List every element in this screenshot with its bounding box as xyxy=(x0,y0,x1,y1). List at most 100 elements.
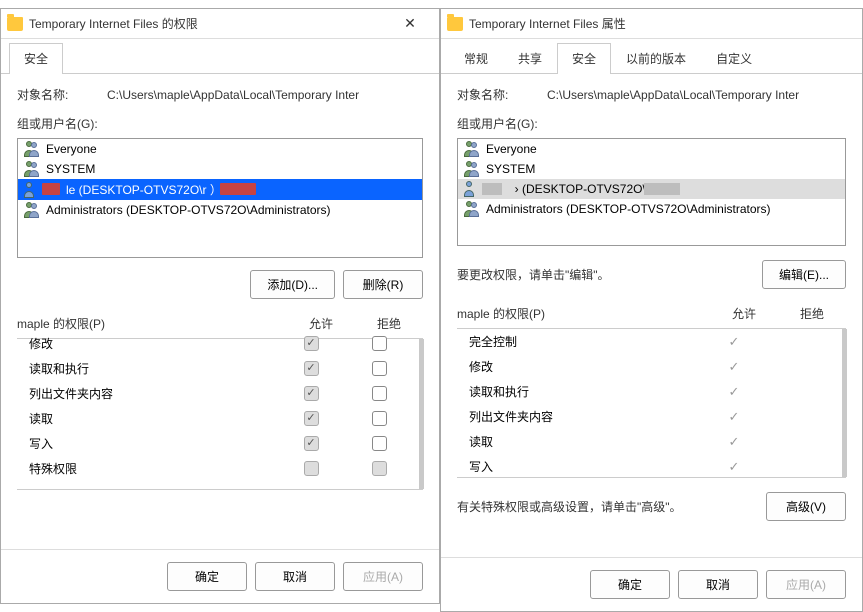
group-icon xyxy=(464,141,480,157)
deny-checkbox[interactable] xyxy=(372,361,387,376)
content-area: 对象名称: C:\Users\maple\AppData\Local\Tempo… xyxy=(1,74,439,549)
user-row-system[interactable]: SYSTEM xyxy=(18,159,422,179)
user-label: Everyone xyxy=(46,142,97,156)
user-row-admins[interactable]: Administrators (DESKTOP-OTVS72O\Administ… xyxy=(18,200,422,220)
group-icon xyxy=(24,161,40,177)
redaction-box xyxy=(482,183,502,195)
user-label: Administrators (DESKTOP-OTVS72O\Administ… xyxy=(486,202,771,216)
ok-button[interactable]: 确定 xyxy=(167,562,247,591)
allow-checkbox[interactable] xyxy=(304,361,319,376)
perm-row: 读取 xyxy=(17,406,417,431)
allow-checkbox[interactable] xyxy=(304,411,319,426)
groups-label: 组或用户名(G): xyxy=(17,115,423,132)
add-button[interactable]: 添加(D)... xyxy=(250,270,335,299)
cancel-button[interactable]: 取消 xyxy=(255,562,335,591)
permissions-header: maple 的权限(P) 允许 拒绝 xyxy=(17,315,423,332)
perm-row: 修改 xyxy=(17,331,417,356)
dialog-footer: 确定 取消 应用(A) xyxy=(1,549,439,603)
user-label: › (DESKTOP-OTVS72O\r xyxy=(486,182,650,196)
user-label: SYSTEM xyxy=(46,162,95,176)
user-row-system[interactable]: SYSTEM xyxy=(458,159,845,179)
tab-previous[interactable]: 以前的版本 xyxy=(611,43,701,73)
perm-name: 读取和执行 xyxy=(461,383,700,400)
scrollbar[interactable] xyxy=(419,339,424,489)
tab-general[interactable]: 常规 xyxy=(449,43,503,73)
user-row-everyone[interactable]: Everyone xyxy=(18,139,422,159)
user-label: Administrators (DESKTOP-OTVS72O\Administ… xyxy=(46,203,331,217)
perm-row: 列出文件夹内容 ✓ xyxy=(457,404,840,429)
allow-check-icon: ✓ xyxy=(729,409,740,425)
user-icon xyxy=(24,182,40,198)
perm-name: 完全控制 xyxy=(461,333,700,350)
perm-row: 读取和执行 ✓ xyxy=(457,379,840,404)
permissions-dialog: Temporary Internet Files 的权限 ✕ 安全 对象名称: … xyxy=(0,8,440,604)
deny-checkbox[interactable] xyxy=(372,386,387,401)
tab-share[interactable]: 共享 xyxy=(503,43,557,73)
object-name-label: 对象名称: xyxy=(17,86,107,103)
perm-row: 写入 xyxy=(17,431,417,456)
group-icon xyxy=(24,141,40,157)
group-icon xyxy=(464,201,480,217)
perm-name: 列出文件夹内容 xyxy=(461,408,700,425)
permissions-list: 修改 读取和执行 列出文件夹内容 读取 写入 xyxy=(17,338,423,490)
scrollbar[interactable] xyxy=(842,329,847,477)
allow-checkbox[interactable] xyxy=(304,461,319,476)
advanced-row: 有关特殊权限或高级设置，请单击"高级"。 高级(V) xyxy=(457,492,846,521)
advanced-button[interactable]: 高级(V) xyxy=(766,492,846,521)
group-icon xyxy=(24,202,40,218)
deny-checkbox[interactable] xyxy=(372,461,387,476)
redaction-box xyxy=(220,183,256,195)
perm-row: 写入 ✓ xyxy=(457,454,840,479)
deny-checkbox[interactable] xyxy=(372,411,387,426)
perm-row: 完全控制 ✓ xyxy=(457,329,840,354)
folder-icon xyxy=(7,17,23,31)
allow-column-header: 允许 xyxy=(287,315,355,332)
apply-button[interactable]: 应用(A) xyxy=(343,562,423,591)
perm-row: 修改 ✓ xyxy=(457,354,840,379)
remove-button[interactable]: 删除(R) xyxy=(343,270,423,299)
perm-name: 读取 xyxy=(21,410,277,427)
allow-checkbox[interactable] xyxy=(304,336,319,351)
tab-security[interactable]: 安全 xyxy=(9,43,63,73)
perm-name: 读取 xyxy=(461,433,700,450)
permissions-header: maple 的权限(P) 允许 拒绝 xyxy=(457,305,846,322)
titlebar[interactable]: Temporary Internet Files 属性 xyxy=(441,9,862,39)
group-icon xyxy=(464,161,480,177)
apply-button[interactable]: 应用(A) xyxy=(766,570,846,599)
tab-security[interactable]: 安全 xyxy=(557,43,611,73)
tab-custom[interactable]: 自定义 xyxy=(701,43,767,73)
redaction-box xyxy=(644,183,680,195)
users-listbox[interactable]: Everyone SYSTEM › (DESKTOP-OTVS72O\r Adm… xyxy=(457,138,846,246)
close-icon[interactable]: ✕ xyxy=(387,9,433,39)
deny-checkbox[interactable] xyxy=(372,436,387,451)
edit-row: 要更改权限，请单击"编辑"。 编辑(E)... xyxy=(457,260,846,289)
deny-column-header: 拒绝 xyxy=(355,315,423,332)
user-row-maple[interactable]: le (DESKTOP-OTVS72O\r ） xyxy=(18,179,422,200)
user-row-maple[interactable]: › (DESKTOP-OTVS72O\r xyxy=(458,179,845,199)
user-row-admins[interactable]: Administrators (DESKTOP-OTVS72O\Administ… xyxy=(458,199,845,219)
perm-name: 写入 xyxy=(21,435,277,452)
groups-label: 组或用户名(G): xyxy=(457,115,846,132)
permissions-title: maple 的权限(P) xyxy=(457,305,710,322)
perm-name: 修改 xyxy=(21,335,277,352)
allow-checkbox[interactable] xyxy=(304,436,319,451)
cancel-button[interactable]: 取消 xyxy=(678,570,758,599)
properties-dialog: Temporary Internet Files 属性 常规 共享 安全 以前的… xyxy=(440,8,863,612)
perm-row: 读取和执行 xyxy=(17,356,417,381)
folder-icon xyxy=(447,17,463,31)
ok-button[interactable]: 确定 xyxy=(590,570,670,599)
dialog-footer: 确定 取消 应用(A) xyxy=(441,557,862,611)
user-row-everyone[interactable]: Everyone xyxy=(458,139,845,159)
object-name-value: C:\Users\maple\AppData\Local\Temporary I… xyxy=(107,88,423,102)
window-title: Temporary Internet Files 的权限 xyxy=(29,15,387,32)
perm-name: 列出文件夹内容 xyxy=(21,385,277,402)
perm-row: 特殊权限 xyxy=(17,456,417,481)
deny-column-header: 拒绝 xyxy=(778,305,846,322)
users-listbox[interactable]: Everyone SYSTEM le (DESKTOP-OTVS72O\r ） … xyxy=(17,138,423,258)
deny-checkbox[interactable] xyxy=(372,336,387,351)
window-title: Temporary Internet Files 属性 xyxy=(469,15,856,32)
titlebar[interactable]: Temporary Internet Files 的权限 ✕ xyxy=(1,9,439,39)
edit-button[interactable]: 编辑(E)... xyxy=(762,260,846,289)
allow-check-icon: ✓ xyxy=(729,334,740,350)
allow-checkbox[interactable] xyxy=(304,386,319,401)
